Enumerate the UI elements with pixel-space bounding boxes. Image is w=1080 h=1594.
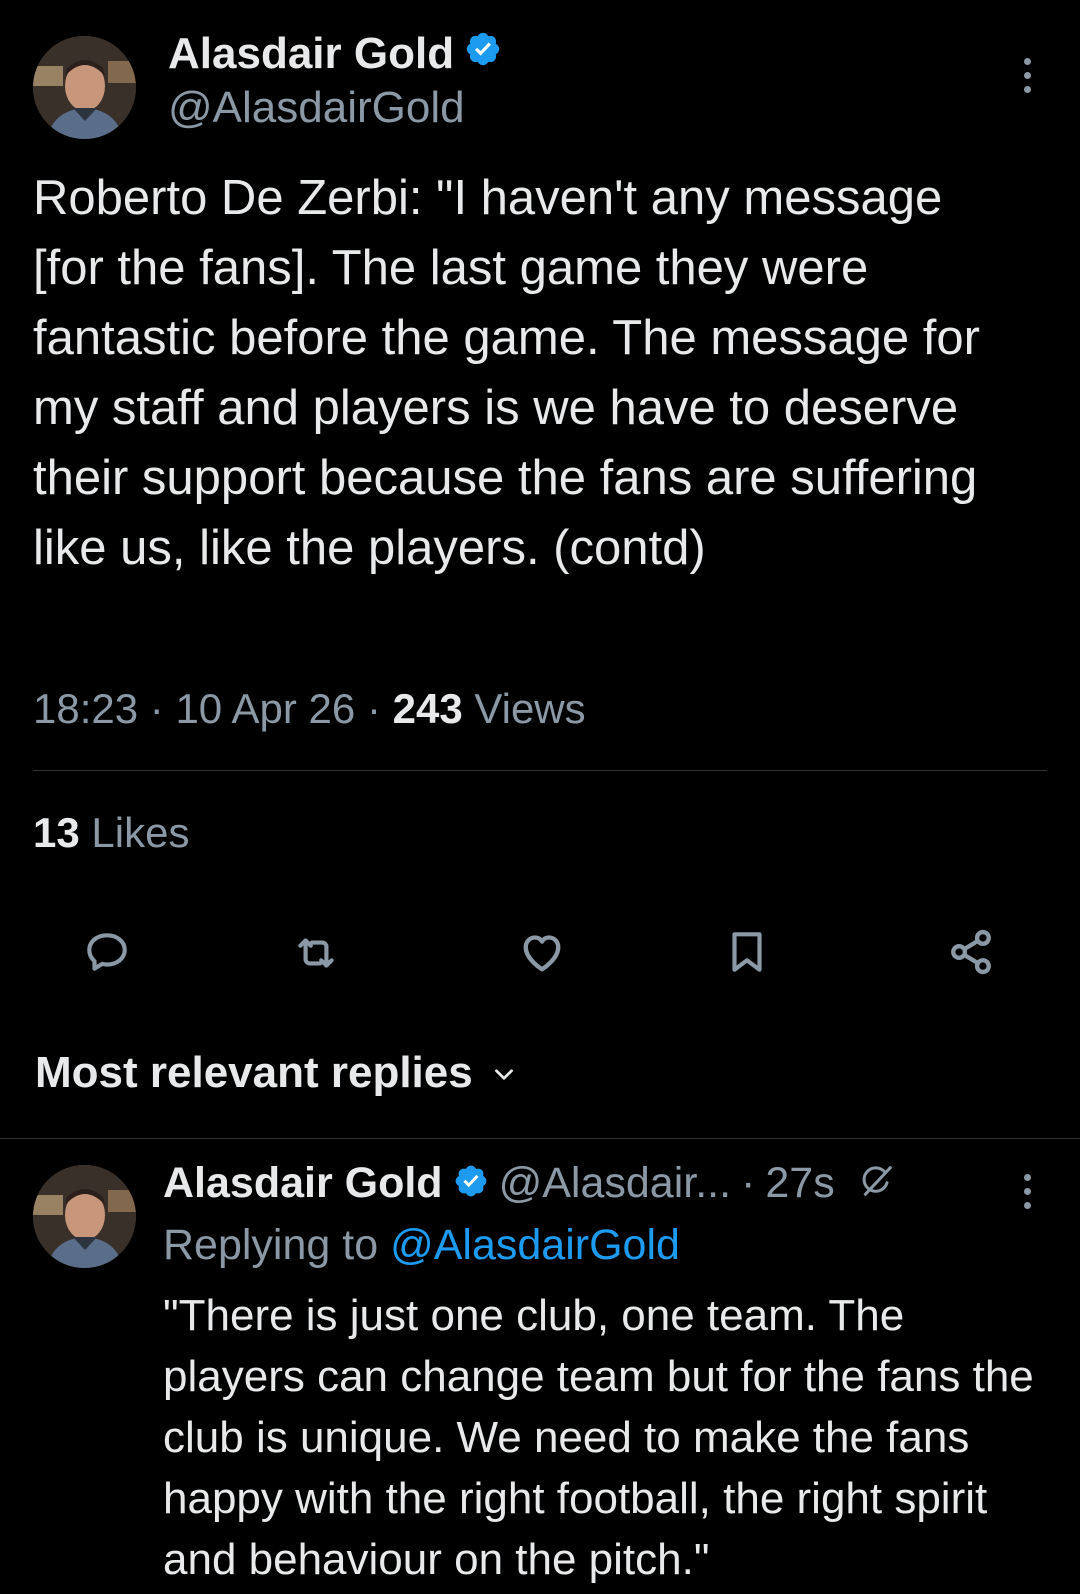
author-handle[interactable]: @AlasdairGold [168, 82, 465, 134]
replying-prefix: Replying to [163, 1221, 379, 1269]
replies-sort-dropdown[interactable]: Most relevant replies [35, 1047, 517, 1099]
author-name-row[interactable]: Alasdair Gold [168, 28, 502, 80]
verified-badge-icon [464, 28, 502, 80]
reply-author-handle[interactable]: @Alasdair... [499, 1157, 731, 1209]
author-avatar[interactable] [33, 36, 136, 139]
retweet-icon[interactable] [291, 928, 341, 978]
grok-icon[interactable] [857, 1161, 897, 1206]
reply-icon[interactable] [82, 927, 132, 977]
meta-separator: · [366, 685, 381, 732]
reply-more-options-icon[interactable] [1021, 1174, 1033, 1209]
chevron-down-icon [491, 1047, 517, 1099]
tweet-meta: 18:23 · 10 Apr 26 · 243 Views [33, 683, 586, 735]
heart-icon[interactable] [516, 926, 568, 978]
replying-mention-link[interactable]: @AlasdairGold [390, 1221, 680, 1269]
tweet-time[interactable]: 18:23 [33, 685, 138, 732]
reply-author-avatar[interactable] [33, 1165, 136, 1268]
reply-separator: · [741, 1159, 756, 1207]
meta-separator: · [149, 685, 164, 732]
avatar-photo [33, 1165, 136, 1268]
tweet-date[interactable]: 10 Apr 26 [175, 685, 355, 732]
share-icon[interactable] [945, 926, 997, 978]
reply-text: "There is just one club, one team. The p… [163, 1291, 1034, 1584]
tweet-text: Roberto De Zerbi: "I haven't any message… [33, 171, 980, 575]
views-label: Views [474, 685, 586, 732]
bookmark-icon[interactable] [722, 926, 772, 978]
author-name[interactable]: Alasdair Gold [168, 28, 454, 80]
divider [0, 1138, 1080, 1139]
likes-stat[interactable]: 13 Likes [33, 807, 189, 859]
reply-time[interactable]: 27s [765, 1157, 834, 1209]
reply-author-name[interactable]: Alasdair Gold [163, 1157, 443, 1209]
avatar-photo [33, 36, 136, 139]
views-count: 243 [392, 685, 463, 732]
likes-label: Likes [91, 809, 190, 856]
verified-badge-icon [453, 1163, 489, 1204]
reply-header-row: Alasdair Gold @Alasdair... · 27s [163, 1157, 897, 1209]
replies-sort-label: Most relevant replies [35, 1048, 473, 1097]
divider [33, 770, 1047, 771]
likes-count: 13 [33, 809, 80, 856]
replying-to-line: Replying to @AlasdairGold [163, 1219, 680, 1271]
more-options-icon[interactable] [1021, 58, 1033, 93]
